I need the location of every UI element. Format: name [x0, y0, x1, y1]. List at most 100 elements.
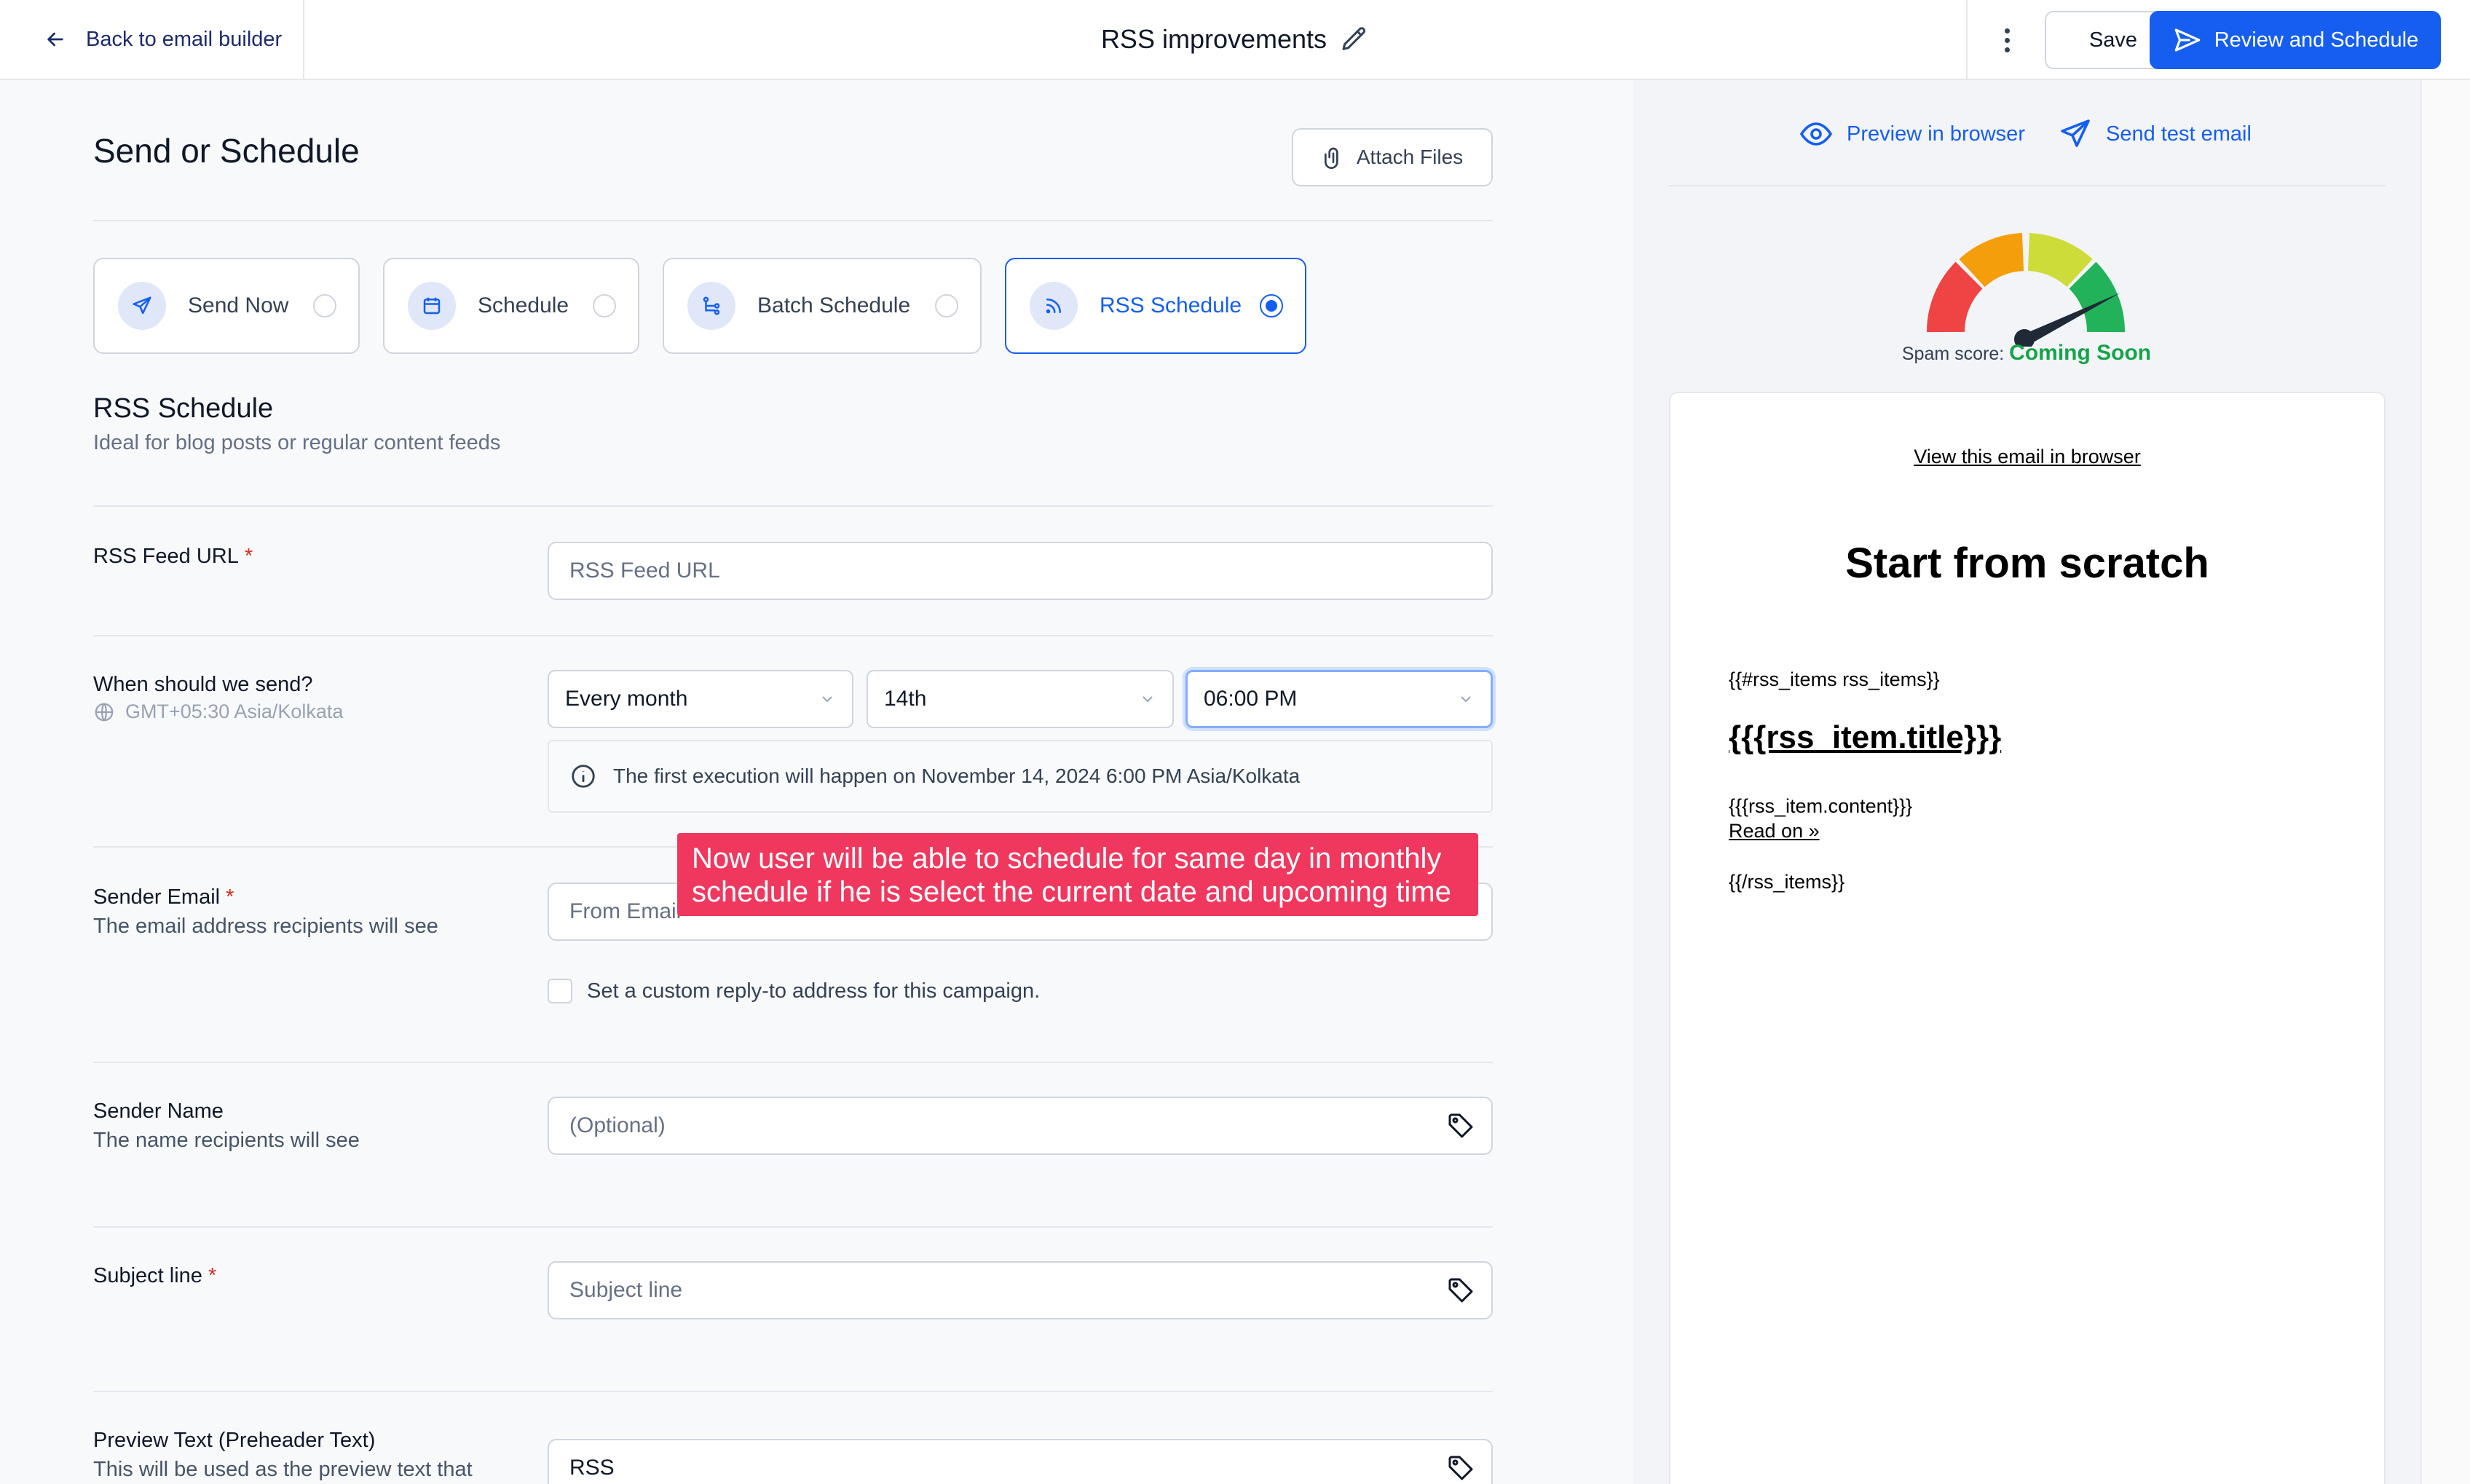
divider: [93, 1062, 1493, 1063]
divider: [93, 635, 1493, 636]
view-in-browser-link[interactable]: View this email in browser: [1670, 446, 2384, 468]
option-label: RSS Schedule: [1100, 293, 1242, 317]
email-item-content: {{{rss_item.content}}}: [1729, 795, 1913, 817]
section-subtitle: Ideal for blog posts or regular content …: [93, 431, 501, 454]
rss-feed-placeholder: RSS Feed URL: [569, 559, 720, 583]
arrow-left-icon: [47, 32, 63, 47]
sender-email-sublabel: The email address recipients will see: [93, 915, 438, 938]
email-line: {{#rss_items rss_items}}: [1729, 668, 1940, 690]
spam-label: Spam score:: [1901, 344, 2005, 364]
divider: [303, 0, 304, 79]
custom-reply-to[interactable]: Set a custom reply-to address for this c…: [548, 979, 1040, 1003]
top-bar: Back to email builder RSS improvements S…: [0, 0, 2470, 80]
paperclip-icon: [1324, 147, 1338, 169]
chevron-down-icon: [1143, 696, 1153, 703]
batch-icon: [687, 282, 735, 330]
reply-to-label: Set a custom reply-to address for this c…: [587, 979, 1041, 1003]
option-rss-schedule[interactable]: RSS Schedule: [1005, 258, 1306, 354]
divider: [1966, 0, 1968, 79]
subject-input[interactable]: Subject line: [548, 1261, 1493, 1319]
divider: [93, 505, 1493, 507]
spam-gauge-icon: [1926, 233, 2126, 347]
timezone: GMT+05:30 Asia/Kolkata: [93, 700, 343, 723]
preview-text-value: RSS: [569, 1456, 615, 1480]
divider: [93, 220, 1493, 221]
rss-feed-label: RSS Feed URL *: [93, 545, 253, 568]
page-title: Send or Schedule: [93, 132, 360, 170]
sender-name-sublabel: The name recipients will see: [93, 1129, 360, 1152]
time-select[interactable]: 06:00 PM: [1185, 670, 1493, 728]
frequency-value: Every month: [565, 687, 688, 711]
more-options-icon[interactable]: [1992, 22, 2021, 58]
option-radio[interactable]: [593, 294, 616, 317]
option-radio[interactable]: [935, 294, 958, 317]
preview-browser-label: Preview in browser: [1847, 122, 2025, 146]
send-test-label: Send test email: [2106, 122, 2252, 146]
attach-files-button[interactable]: Attach Files: [1292, 128, 1493, 186]
sender-name-label: Sender Name: [93, 1100, 224, 1123]
rss-feed-url-input[interactable]: RSS Feed URL: [548, 542, 1493, 600]
back-to-builder-link[interactable]: Back to email builder: [44, 0, 282, 79]
rss-icon: [1030, 282, 1078, 330]
option-send-now[interactable]: Send Now: [93, 258, 360, 354]
email-preview-card: View this email in browser Start from sc…: [1669, 392, 2386, 1484]
subject-placeholder: Subject line: [569, 1278, 683, 1302]
timezone-text: GMT+05:30 Asia/Kolkata: [125, 700, 344, 722]
back-label: Back to email builder: [86, 27, 283, 51]
campaign-title-text: RSS improvements: [1100, 24, 1327, 54]
info-icon: [572, 765, 595, 788]
tag-icon[interactable]: [1446, 1111, 1475, 1140]
subject-label: Subject line *: [93, 1264, 217, 1287]
send-icon: [2061, 119, 2090, 147]
sender-name-input[interactable]: (Optional): [548, 1097, 1493, 1155]
preview-text-sublabel: This will be used as the preview text th…: [93, 1458, 473, 1481]
frequency-select[interactable]: Every month: [548, 670, 853, 728]
schedule-form: Send or Schedule Attach Files Send Now S…: [0, 80, 1633, 1484]
chevron-down-icon: [822, 696, 832, 703]
first-execution-info: The first execution will happen on Novem…: [548, 740, 1493, 813]
divider: [93, 1391, 1493, 1392]
option-batch-schedule[interactable]: Batch Schedule: [663, 258, 982, 354]
email-preview-panel: Preview in browser Send test email Spam …: [1633, 80, 2420, 1484]
review-and-schedule-button[interactable]: Review and Schedule: [2150, 11, 2441, 69]
option-radio-selected[interactable]: [1260, 294, 1283, 317]
section-title: RSS Schedule: [93, 393, 274, 424]
attach-files-label: Attach Files: [1356, 146, 1464, 168]
divider: [93, 1226, 1493, 1228]
reply-to-checkbox[interactable]: [548, 979, 572, 1003]
email-item-title: {{{rss_item.title}}}: [1729, 719, 2002, 755]
tag-icon[interactable]: [1446, 1276, 1475, 1305]
send-icon: [2174, 28, 2201, 52]
when-label: When should we send?: [93, 673, 313, 696]
tag-icon[interactable]: [1446, 1453, 1475, 1483]
sender-email-placeholder: From Email: [569, 899, 682, 923]
divider: [1669, 185, 2386, 186]
option-radio[interactable]: [313, 294, 336, 317]
email-line-end: {{/rss_items}}: [1729, 871, 1845, 893]
spam-score: Spam score: Coming Soon: [1633, 341, 2420, 366]
spam-value: Coming Soon: [2009, 341, 2152, 365]
pencil-icon[interactable]: [1340, 25, 1369, 54]
sender-name-placeholder: (Optional): [569, 1113, 666, 1137]
day-value: 14th: [884, 687, 927, 711]
option-label: Schedule: [478, 293, 569, 317]
annotation-callout: Now user will be able to schedule for sa…: [677, 833, 1478, 916]
option-label: Send Now: [188, 293, 289, 317]
sender-email-label: Sender Email *: [93, 885, 234, 909]
preview-text-input[interactable]: RSS: [548, 1439, 1493, 1484]
review-label: Review and Schedule: [2214, 28, 2419, 52]
option-label: Batch Schedule: [757, 293, 911, 317]
read-on-link[interactable]: Read on »: [1729, 820, 1820, 842]
chevron-down-icon: [1461, 696, 1471, 703]
option-schedule[interactable]: Schedule: [383, 258, 639, 354]
day-select[interactable]: 14th: [867, 670, 1174, 728]
send-test-email-link[interactable]: Send test email: [2058, 117, 2252, 151]
scrollbar[interactable]: [2420, 80, 2470, 1484]
calendar-icon: [408, 282, 456, 330]
eye-icon: [1799, 122, 1833, 146]
info-text: The first execution will happen on Novem…: [613, 765, 1301, 787]
send-icon: [118, 282, 166, 330]
preview-in-browser-link[interactable]: Preview in browser: [1799, 117, 2025, 151]
time-value: 06:00 PM: [1204, 687, 1298, 711]
email-title: Start from scratch: [1845, 540, 2209, 587]
